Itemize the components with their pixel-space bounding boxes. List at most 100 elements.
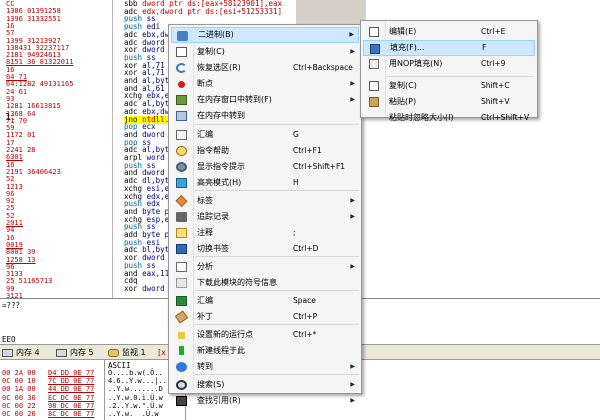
menu-item-label: 汇编 bbox=[197, 130, 213, 139]
menu-item[interactable]: 恢复选区(R) Ctrl+Backspace bbox=[171, 60, 359, 76]
fill-icon bbox=[370, 44, 380, 54]
breakpoint-icon bbox=[178, 81, 185, 88]
submenu-arrow-icon: ▶ bbox=[350, 96, 355, 103]
menu-item-label: 查找引用(R) bbox=[197, 396, 241, 405]
menu-item[interactable]: 汇编 Space bbox=[171, 293, 359, 309]
eip-icon bbox=[178, 332, 185, 339]
menu-item-shortcut: Ctrl+Shift+F1 bbox=[293, 162, 346, 171]
code-line[interactable]: xor dword bbox=[124, 283, 165, 293]
menu-item[interactable]: 切换书签 Ctrl+D bbox=[171, 241, 359, 257]
menu-item[interactable]: 在内存中转到 bbox=[171, 108, 359, 124]
submenu-item[interactable]: 用NOP填充(N) Ctrl+9 bbox=[363, 56, 535, 72]
menu-item-label: 显示指令提示 bbox=[197, 162, 245, 171]
submenu-item-shortcut: Shift+C bbox=[481, 81, 510, 90]
dump-address: 0C 00 10 bbox=[2, 377, 36, 386]
menu-item[interactable]: 查找引用(R) ▶ bbox=[171, 393, 359, 409]
menu-item[interactable]: 指令帮助 Ctrl+F1 bbox=[171, 143, 359, 159]
symbol-icon bbox=[176, 278, 187, 288]
menu-item-label: 标签 bbox=[197, 196, 213, 205]
submenu-arrow-icon: ▶ bbox=[350, 263, 355, 270]
mnemonic: xor bbox=[124, 283, 138, 293]
menu-item-label: 断点 bbox=[197, 79, 213, 88]
menu-item[interactable]: 补丁 Ctrl+P bbox=[171, 309, 359, 325]
menu-item-label: 复制(C) bbox=[197, 47, 225, 56]
menu-item-label: 下载此模块的符号信息 bbox=[197, 278, 277, 287]
tab-memory-4[interactable]: 内存 4 bbox=[2, 347, 40, 359]
tab-label: 监视 1 bbox=[122, 348, 146, 357]
address-column: CC 1386 01391258 1396 31332551 16 57 1399 312… bbox=[0, 0, 112, 298]
menu-item[interactable]: 高亮模式(H) H bbox=[171, 175, 359, 191]
submenu-item[interactable]: 粘贴时忽略大小(I) Ctrl+Shift+V bbox=[363, 110, 535, 126]
dump-address: 0C 00 30 bbox=[2, 393, 36, 402]
menu-item[interactable]: 注释; bbox=[171, 225, 359, 241]
menu-item[interactable]: 转到 ▶ bbox=[171, 359, 359, 375]
bookmark-icon bbox=[176, 244, 187, 254]
menu-item-shortcut: Ctrl+Backspace bbox=[293, 63, 353, 72]
tab-locals[interactable]: [x bbox=[156, 347, 166, 359]
submenu-arrow-icon: ▶ bbox=[350, 197, 355, 204]
dump-ascii: ..Y.w. .Ü.w bbox=[108, 410, 159, 418]
submenu-item[interactable]: 编辑(E) Ctrl+E bbox=[363, 24, 535, 40]
menu-item-label: 汇编 bbox=[197, 296, 213, 305]
menu-item[interactable]: 搜索(S) ▶ bbox=[171, 377, 359, 393]
submenu-arrow-icon: ▶ bbox=[349, 31, 354, 38]
edit-icon bbox=[369, 27, 379, 37]
menu-item-label: 搜索(S) bbox=[197, 380, 225, 389]
menu-item-shortcut: G bbox=[293, 130, 299, 139]
menu-item-label: 高亮模式(H) bbox=[197, 178, 242, 187]
menu-item[interactable]: 追踪记录 ▶ bbox=[171, 209, 359, 225]
column-divider bbox=[112, 0, 113, 298]
references-icon bbox=[176, 396, 187, 406]
watch-icon bbox=[108, 349, 119, 357]
submenu-item[interactable]: 粘贴(P) Shift+V bbox=[363, 94, 535, 110]
menu-item[interactable]: 分析 ▶ bbox=[171, 259, 359, 275]
menu-item-label: 追踪记录 bbox=[197, 212, 229, 221]
dump-address: 0C 00 20 bbox=[2, 410, 36, 418]
submenu-item[interactable]: 复制(C) Shift+C bbox=[363, 78, 535, 94]
submenu-arrow-icon: ▶ bbox=[350, 80, 355, 87]
menu-item[interactable]: 二进制(B) ▶ bbox=[171, 27, 359, 43]
copy-icon bbox=[369, 81, 379, 91]
submenu-arrow-icon: ▶ bbox=[350, 397, 355, 404]
binary-icon bbox=[177, 31, 188, 41]
header-strip bbox=[296, 0, 366, 24]
tab-label: 内存 4 bbox=[16, 348, 40, 357]
trace-icon bbox=[176, 212, 187, 222]
menu-item[interactable]: 下载此模块的符号信息 bbox=[171, 275, 359, 291]
binary-submenu: 编辑(E) Ctrl+E 填充(F)... F 用NOP填充(N) Ctrl+9 复制(C)… bbox=[360, 20, 538, 122]
submenu-arrow-icon: ▶ bbox=[350, 48, 355, 55]
menu-item[interactable]: 汇编 G bbox=[171, 127, 359, 143]
menu-item-shortcut: H bbox=[293, 178, 299, 187]
dump-hex: 44 DD 0E 77 bbox=[48, 385, 95, 394]
submenu-item-label: 复制(C) bbox=[389, 81, 417, 90]
paste-icon bbox=[369, 97, 379, 107]
menu-item-label: 补丁 bbox=[197, 312, 213, 321]
menu-item[interactable]: 复制(C) ▶ bbox=[171, 44, 359, 60]
menu-item[interactable]: 标签 ▶ bbox=[171, 193, 359, 209]
menu-item-label: 注释 bbox=[197, 228, 213, 237]
dump-hex: 98 DC 0E 77 bbox=[48, 401, 95, 410]
tab-memory-5[interactable]: 内存 5 bbox=[56, 347, 94, 359]
menu-item-label: 转到 bbox=[197, 362, 213, 371]
tab-label: 内存 5 bbox=[70, 348, 94, 357]
memory-icon bbox=[56, 349, 67, 357]
menu-item[interactable]: 显示指令提示 Ctrl+Shift+F1 bbox=[171, 159, 359, 175]
menu-separator bbox=[387, 76, 533, 77]
dump-hex: D4 DD 0E 77 bbox=[48, 369, 95, 377]
menu-item[interactable]: 在内存窗口中转到(F) ▶ bbox=[171, 92, 359, 108]
submenu-item[interactable]: 填充(F)... F bbox=[363, 40, 535, 56]
cog-icon bbox=[176, 162, 187, 172]
nop-icon bbox=[369, 59, 379, 69]
submenu-item-shortcut: Shift+V bbox=[481, 97, 510, 106]
tab-watch-1[interactable]: 监视 1 bbox=[108, 347, 146, 359]
dump-row[interactable]: 0C 00 20 8C DC 0E 77 ..Y.w. .Ü.w bbox=[0, 410, 600, 418]
submenu-item-label: 粘贴(P) bbox=[389, 97, 417, 106]
menu-item[interactable]: 新建线程于此 bbox=[171, 343, 359, 359]
dump-address: 00 1A 00 bbox=[2, 385, 36, 394]
memory-icon bbox=[2, 349, 13, 357]
submenu-item-shortcut: F bbox=[482, 43, 487, 52]
menu-item[interactable]: 断点 ▶ bbox=[171, 76, 359, 92]
menu-item[interactable]: 设置新的运行点 Ctrl+* bbox=[171, 327, 359, 343]
menu-item-label: 切换书签 bbox=[197, 244, 229, 253]
submenu-arrow-icon: ▶ bbox=[350, 213, 355, 220]
